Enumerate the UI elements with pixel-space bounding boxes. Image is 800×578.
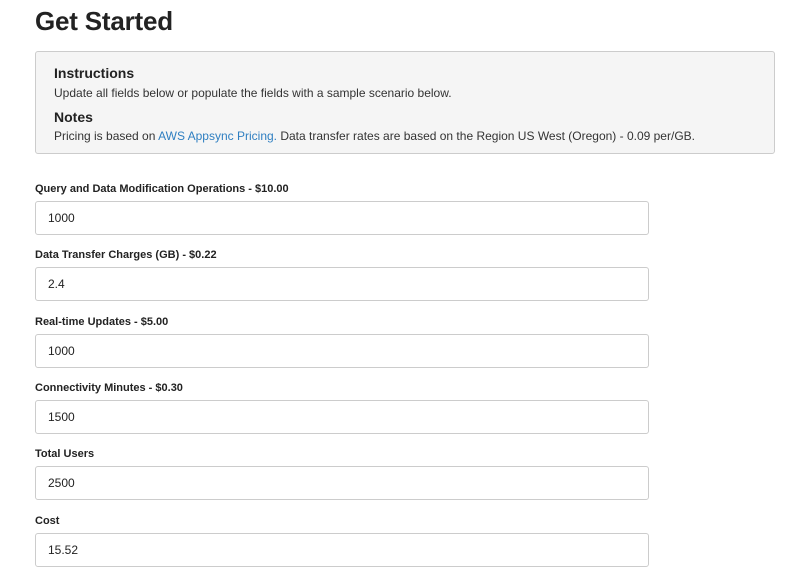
- instructions-text: Update all fields below or populate the …: [54, 86, 452, 100]
- notes-text: Pricing is based on AWS Appsync Pricing.…: [54, 129, 695, 143]
- data-transfer-label: Data Transfer Charges (GB) - $0.22: [35, 249, 217, 261]
- page: Get Started Instructions Update all fiel…: [0, 0, 800, 578]
- notes-suffix: Data transfer rates are based on the Reg…: [277, 129, 695, 143]
- notes-heading: Notes: [54, 109, 93, 125]
- instructions-heading: Instructions: [54, 65, 135, 81]
- aws-appsync-pricing-link[interactable]: AWS Appsync Pricing.: [158, 129, 277, 143]
- connectivity-minutes-label: Connectivity Minutes - $0.30: [35, 382, 183, 394]
- total-users-label: Total Users: [35, 448, 95, 460]
- cost-label: Cost: [35, 515, 60, 527]
- info-panel: Instructions Update all fields below or …: [35, 51, 775, 154]
- cost-input[interactable]: [35, 533, 649, 567]
- data-transfer-input[interactable]: [35, 267, 649, 301]
- query-operations-input[interactable]: [35, 201, 649, 235]
- page-title: Get Started: [35, 6, 173, 36]
- query-operations-label: Query and Data Modification Operations -…: [35, 183, 289, 195]
- notes-prefix: Pricing is based on: [54, 129, 159, 143]
- total-users-input[interactable]: [35, 466, 649, 500]
- connectivity-minutes-input[interactable]: [35, 400, 649, 434]
- realtime-updates-label: Real-time Updates - $5.00: [35, 316, 169, 328]
- realtime-updates-input[interactable]: [35, 334, 649, 368]
